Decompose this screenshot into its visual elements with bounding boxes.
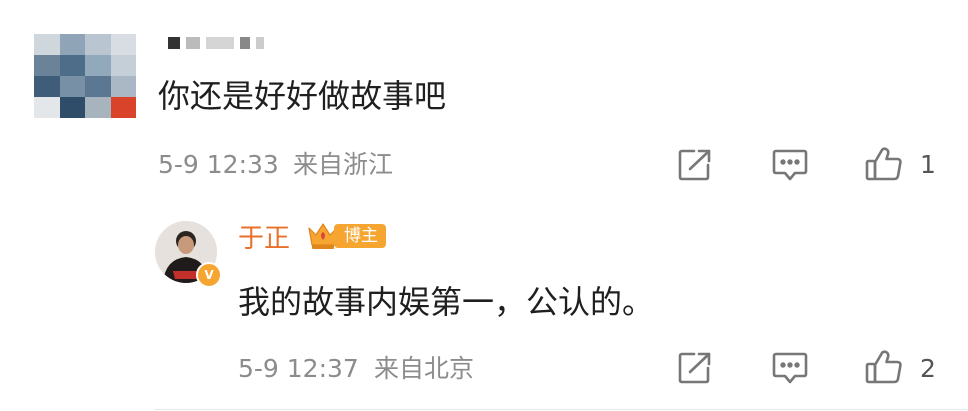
verified-badge: V (196, 262, 222, 288)
blogger-badge: 博主 (306, 221, 386, 251)
reply-text: 我的故事内娱第一，公认的。 (238, 283, 655, 321)
comment-icon[interactable] (772, 351, 808, 385)
comment-location: 来自浙江 (293, 150, 394, 179)
comment-time: 5-9 12:33 (158, 150, 279, 179)
comment-text: 你还是好好做故事吧 (158, 77, 447, 115)
reply-time: 5-9 12:37 (238, 354, 359, 383)
like-icon[interactable] (864, 349, 904, 385)
divider (155, 409, 968, 410)
like-count: 1 (920, 150, 936, 179)
commenter-avatar-blurred[interactable] (34, 34, 136, 118)
reply-location: 来自北京 (374, 354, 475, 383)
like-icon[interactable] (864, 146, 904, 182)
like-count: 2 (920, 354, 936, 383)
share-icon[interactable] (677, 351, 713, 385)
commenter-name-censored[interactable] (168, 36, 280, 50)
comment-icon[interactable] (772, 148, 808, 182)
author-name[interactable]: 于正 (238, 226, 290, 252)
share-icon[interactable] (677, 148, 713, 182)
badge-label: 博主 (334, 224, 386, 248)
